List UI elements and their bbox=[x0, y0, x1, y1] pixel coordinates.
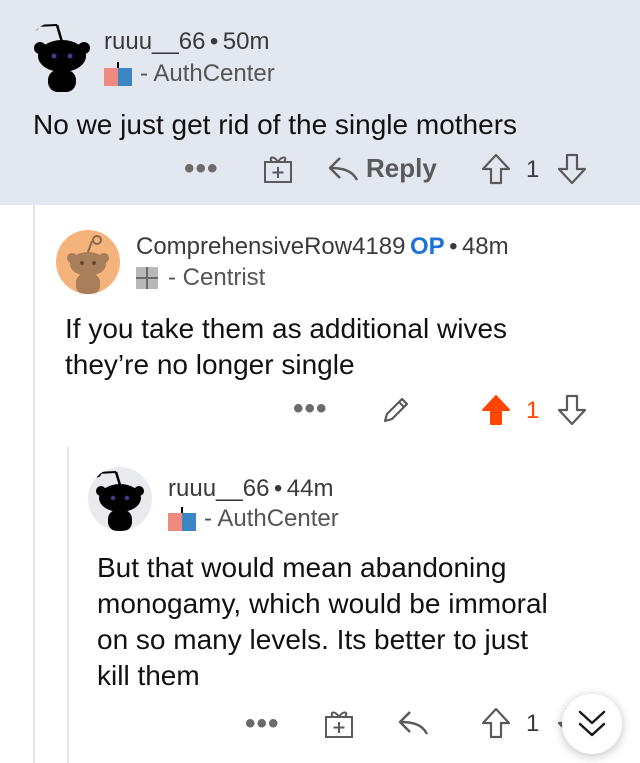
flair-text: - AuthCenter bbox=[204, 505, 339, 532]
comment-body-line: they’re no longer single bbox=[65, 349, 355, 380]
timestamp: 48m bbox=[461, 233, 509, 260]
user-flair: - Centrist bbox=[136, 264, 265, 292]
vote-count: 1 bbox=[526, 710, 540, 737]
comment-header: ComprehensiveRow4189 OP • 48m bbox=[136, 233, 509, 261]
snoo-avatar-icon bbox=[67, 235, 109, 294]
downvote-icon bbox=[557, 153, 587, 185]
award-button[interactable] bbox=[323, 708, 355, 740]
vote-count: 1 bbox=[526, 156, 540, 183]
vote-count: 1 bbox=[526, 397, 540, 424]
reply-button[interactable]: Reply bbox=[326, 153, 437, 184]
reply-label: Reply bbox=[366, 153, 437, 183]
username[interactable]: ruuu__66 bbox=[168, 475, 269, 502]
award-icon bbox=[325, 711, 353, 738]
user-flair: - AuthCenter bbox=[104, 60, 275, 88]
thread-line-level2[interactable] bbox=[67, 447, 69, 763]
collapse-thread-button[interactable] bbox=[562, 694, 622, 754]
comment-body-line: If you take them as additional wives bbox=[65, 313, 508, 344]
upvote-icon bbox=[481, 153, 511, 185]
more-options-button[interactable]: ••• bbox=[293, 392, 328, 426]
upvote-icon bbox=[481, 707, 511, 739]
op-badge: OP bbox=[409, 233, 445, 260]
reply-arrow-icon bbox=[398, 711, 429, 735]
timestamp: 50m bbox=[222, 28, 270, 55]
downvote-button[interactable] bbox=[556, 152, 588, 186]
comment-header: ruuu__66 • 44m bbox=[168, 475, 333, 503]
upvote-button[interactable] bbox=[480, 152, 512, 186]
username[interactable]: ruuu__66 bbox=[104, 28, 205, 55]
timestamp: 44m bbox=[286, 475, 334, 502]
award-button[interactable] bbox=[262, 153, 294, 185]
username[interactable]: ComprehensiveRow4189 bbox=[136, 233, 405, 260]
upvote-button[interactable] bbox=[480, 706, 512, 740]
upvote-icon bbox=[482, 395, 510, 425]
separator-dot: • bbox=[209, 28, 219, 55]
comment-body-line: kill them bbox=[97, 660, 200, 691]
thread-line-level1[interactable] bbox=[33, 205, 35, 763]
flair-text: - AuthCenter bbox=[140, 60, 275, 87]
avatar[interactable] bbox=[56, 230, 120, 294]
centrist-flair-icon bbox=[136, 267, 158, 289]
avatar[interactable] bbox=[24, 20, 100, 96]
more-options-button[interactable]: ••• bbox=[184, 152, 219, 186]
snoo-avatar-icon bbox=[29, 21, 90, 92]
comment-body: But that would mean abandoning monogamy,… bbox=[97, 550, 627, 694]
authcenter-flair-icon bbox=[168, 507, 196, 531]
more-options-button[interactable]: ••• bbox=[245, 707, 280, 741]
edit-pencil-icon bbox=[383, 397, 409, 423]
comment-body-line: But that would mean abandoning bbox=[97, 552, 507, 583]
reply-button[interactable] bbox=[396, 708, 430, 738]
avatar[interactable] bbox=[88, 467, 152, 531]
user-flair: - AuthCenter bbox=[168, 505, 339, 533]
collapse-chevron-icon bbox=[578, 710, 606, 737]
separator-dot: • bbox=[273, 475, 283, 502]
authcenter-flair-icon bbox=[104, 62, 132, 86]
comment-body-line: on so many levels. Its better to just bbox=[97, 624, 529, 655]
upvote-button[interactable] bbox=[480, 393, 512, 427]
flair-text: - Centrist bbox=[168, 264, 266, 291]
comment-header: ruuu__66 • 50m bbox=[104, 28, 269, 56]
snoo-avatar-icon bbox=[92, 468, 144, 531]
comment-body: If you take them as additional wives the… bbox=[65, 311, 625, 383]
comment-body-line: monogamy, which would be immoral bbox=[97, 588, 548, 619]
edit-button[interactable] bbox=[380, 394, 412, 426]
downvote-icon bbox=[557, 394, 587, 426]
reply-arrow-icon bbox=[328, 156, 359, 181]
comment-body: No we just get rid of the single mothers bbox=[33, 109, 518, 140]
highlighted-comment-bg bbox=[0, 0, 640, 205]
award-icon bbox=[264, 156, 292, 183]
downvote-button[interactable] bbox=[556, 393, 588, 427]
separator-dot: • bbox=[449, 233, 458, 260]
